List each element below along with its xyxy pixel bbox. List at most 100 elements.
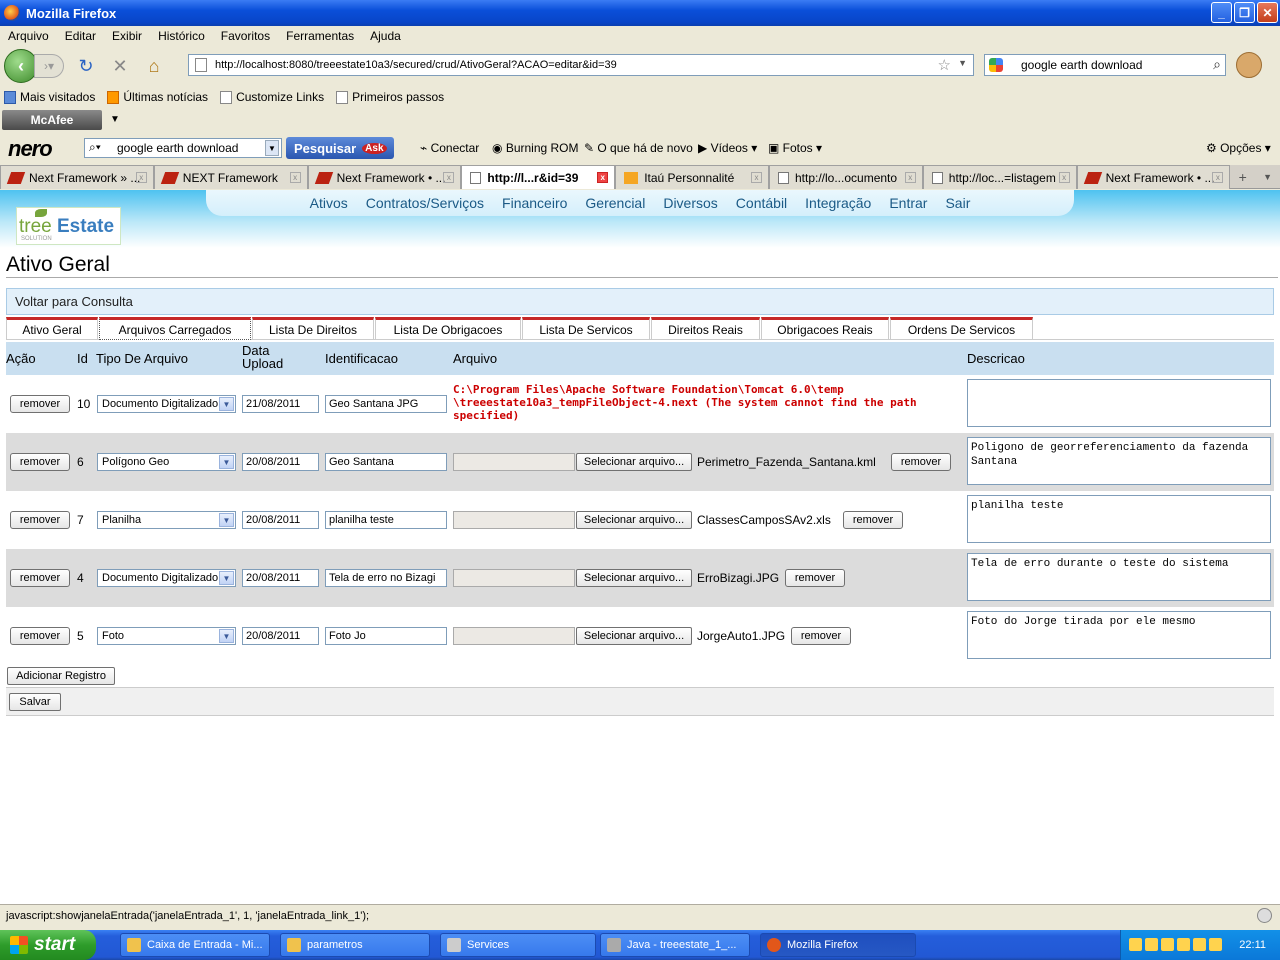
site-menu-diversos[interactable]: Diversos	[654, 195, 726, 211]
adicionar-registro-button[interactable]: Adicionar Registro	[7, 667, 115, 685]
tipo-arquivo-select[interactable]: Polígono Geo ▼	[97, 453, 236, 471]
tab-ordens-de-servicos[interactable]: Ordens De Servicos	[890, 317, 1033, 340]
bookmark-mais-visitados[interactable]: Mais visitados	[4, 90, 95, 104]
clock-icon[interactable]	[1161, 938, 1174, 951]
pesquisar-button[interactable]: Pesquisar Ask	[286, 137, 394, 159]
menu-historico[interactable]: Histórico	[150, 29, 213, 43]
tab-close-icon[interactable]: x	[750, 172, 762, 183]
bookmark-ultimas-noticias[interactable]: Últimas notícias	[107, 90, 208, 104]
browser-tab[interactable]: NEXT Framework x	[153, 165, 308, 189]
voltar-para-consulta-link[interactable]: Voltar para Consulta	[6, 288, 1274, 315]
file-path-input[interactable]	[453, 511, 575, 529]
start-button[interactable]: start	[0, 930, 96, 960]
menu-editar[interactable]: Editar	[57, 29, 104, 43]
back-button[interactable]: ‹	[4, 49, 38, 83]
file-path-input[interactable]	[453, 453, 575, 471]
taskbar-item-caixa-de-entrada[interactable]: Caixa de Entrada - Mi...	[120, 933, 270, 957]
menu-arquivo[interactable]: Arquivo	[0, 29, 57, 43]
taskbar-item-parametros[interactable]: parametros	[280, 933, 430, 957]
volume-icon[interactable]	[1209, 938, 1222, 951]
browser-tab[interactable]: http://lo...ocumento x	[768, 165, 923, 189]
restore-button[interactable]: ❐	[1234, 2, 1255, 23]
identificacao-input[interactable]: planilha teste	[325, 511, 447, 529]
menu-ajuda[interactable]: Ajuda	[362, 29, 409, 43]
remove-file-button[interactable]: remover	[843, 511, 903, 529]
site-menu-entrar[interactable]: Entrar	[880, 195, 936, 211]
tipo-arquivo-select[interactable]: Planilha ▼	[97, 511, 236, 529]
bookmark-primeiros-passos[interactable]: Primeiros passos	[336, 90, 444, 104]
greasemonkey-icon[interactable]	[1236, 52, 1262, 78]
tab-lista-de-obrigacoes[interactable]: Lista De Obrigacoes	[375, 317, 521, 340]
taskbar-item-firefox[interactable]: Mozilla Firefox	[760, 933, 916, 957]
nero-o-que-ha-de-novo[interactable]: ✎ O que há de novo	[584, 141, 693, 155]
nero-search-input[interactable]: ⌕▾ google earth download ▼	[84, 138, 282, 158]
data-upload-input[interactable]: 20/08/2011	[242, 511, 319, 529]
new-tab-button[interactable]: +	[1230, 165, 1255, 188]
menu-exibir[interactable]: Exibir	[104, 29, 150, 43]
browser-tab[interactable]: Next Framework • ... x	[307, 165, 462, 189]
network-icon[interactable]	[1145, 938, 1158, 951]
tab-obrigacoes-reais[interactable]: Obrigacoes Reais	[761, 317, 889, 340]
descricao-textarea[interactable]	[967, 379, 1271, 427]
update-icon[interactable]	[1177, 938, 1190, 951]
select-file-button[interactable]: Selecionar arquivo...	[576, 627, 692, 645]
tab-close-icon[interactable]: x	[1058, 172, 1070, 183]
browser-tab[interactable]: Next Framework » ... x	[0, 165, 154, 189]
minimize-button[interactable]: _	[1211, 2, 1232, 23]
tab-close-icon[interactable]: x	[135, 172, 147, 183]
tab-direitos-reais[interactable]: Direitos Reais	[651, 317, 760, 340]
remove-file-button[interactable]: remover	[791, 627, 851, 645]
select-file-button[interactable]: Selecionar arquivo...	[576, 511, 692, 529]
descricao-textarea[interactable]: Foto do Jorge tirada por ele mesmo	[967, 611, 1271, 659]
tab-list-icon[interactable]: ▼	[1255, 165, 1280, 188]
tab-lista-de-direitos[interactable]: Lista De Direitos	[252, 317, 374, 340]
descricao-textarea[interactable]: Poligono de georreferenciamento da fazen…	[967, 437, 1271, 485]
identificacao-input[interactable]: Geo Santana	[325, 453, 447, 471]
tab-close-icon[interactable]: x	[443, 172, 455, 183]
search-box[interactable]: google earth download ⌕	[984, 54, 1226, 76]
select-file-button[interactable]: Selecionar arquivo...	[576, 569, 692, 587]
search-icon[interactable]: ⌕	[1213, 56, 1221, 73]
nero-fotos[interactable]: ▣ Fotos ▾	[768, 141, 822, 155]
forward-button[interactable]: ›▾	[34, 54, 64, 78]
reload-icon[interactable]: ↻	[74, 54, 98, 78]
site-menu-gerencial[interactable]: Gerencial	[576, 195, 654, 211]
identificacao-input[interactable]: Geo Santana JPG	[325, 395, 447, 413]
addon-status-icon[interactable]	[1257, 908, 1272, 923]
data-upload-input[interactable]: 21/08/2011	[242, 395, 319, 413]
browser-tab-active[interactable]: http://l...r&id=39 x	[461, 165, 616, 189]
site-menu-financeiro[interactable]: Financeiro	[493, 195, 576, 211]
remove-row-button[interactable]: remover	[10, 627, 70, 645]
menu-favoritos[interactable]: Favoritos	[213, 29, 278, 43]
url-bar[interactable]: http://localhost:8080/treeestate10a3/sec…	[188, 54, 974, 76]
site-menu-ativos[interactable]: Ativos	[301, 195, 357, 211]
nero-opcoes[interactable]: ⚙ Opções ▾	[1206, 141, 1271, 155]
nero-burning-rom[interactable]: ◉ Burning ROM	[492, 141, 579, 155]
home-icon[interactable]: ⌂	[142, 54, 166, 78]
tab-lista-de-servicos[interactable]: Lista De Servicos	[522, 317, 650, 340]
nero-conectar[interactable]: ⌁ Conectar	[420, 141, 479, 155]
site-menu-integracao[interactable]: Integração	[796, 195, 880, 211]
file-path-input[interactable]	[453, 627, 575, 645]
browser-tab[interactable]: Next Framework • ... x	[1076, 165, 1231, 189]
stop-icon[interactable]: ✕	[108, 54, 132, 78]
data-upload-input[interactable]: 20/08/2011	[242, 453, 319, 471]
tipo-arquivo-select[interactable]: Foto ▼	[97, 627, 236, 645]
remove-row-button[interactable]: remover	[10, 569, 70, 587]
chevron-down-icon[interactable]: ▼	[265, 140, 279, 156]
salvar-button[interactable]: Salvar	[9, 693, 61, 711]
tipo-arquivo-select[interactable]: Documento Digitalizado ▼	[97, 395, 236, 413]
tab-close-icon[interactable]: x	[1212, 172, 1224, 183]
select-file-button[interactable]: Selecionar arquivo...	[576, 453, 692, 471]
antivirus-icon[interactable]	[1193, 938, 1206, 951]
tab-close-icon[interactable]: x	[904, 172, 916, 183]
bookmark-star-icon[interactable]: ☆	[938, 56, 951, 74]
tab-arquivos-carregados[interactable]: Arquivos Carregados	[99, 317, 251, 340]
tab-close-icon[interactable]: x	[597, 172, 609, 183]
site-menu-sair[interactable]: Sair	[936, 195, 979, 211]
mcafee-button[interactable]: McAfee	[2, 110, 102, 130]
data-upload-input[interactable]: 20/08/2011	[242, 627, 319, 645]
remove-file-button[interactable]: remover	[891, 453, 951, 471]
close-window-button[interactable]: ✕	[1257, 2, 1278, 23]
taskbar-item-java[interactable]: Java - treeestate_1_...	[600, 933, 750, 957]
